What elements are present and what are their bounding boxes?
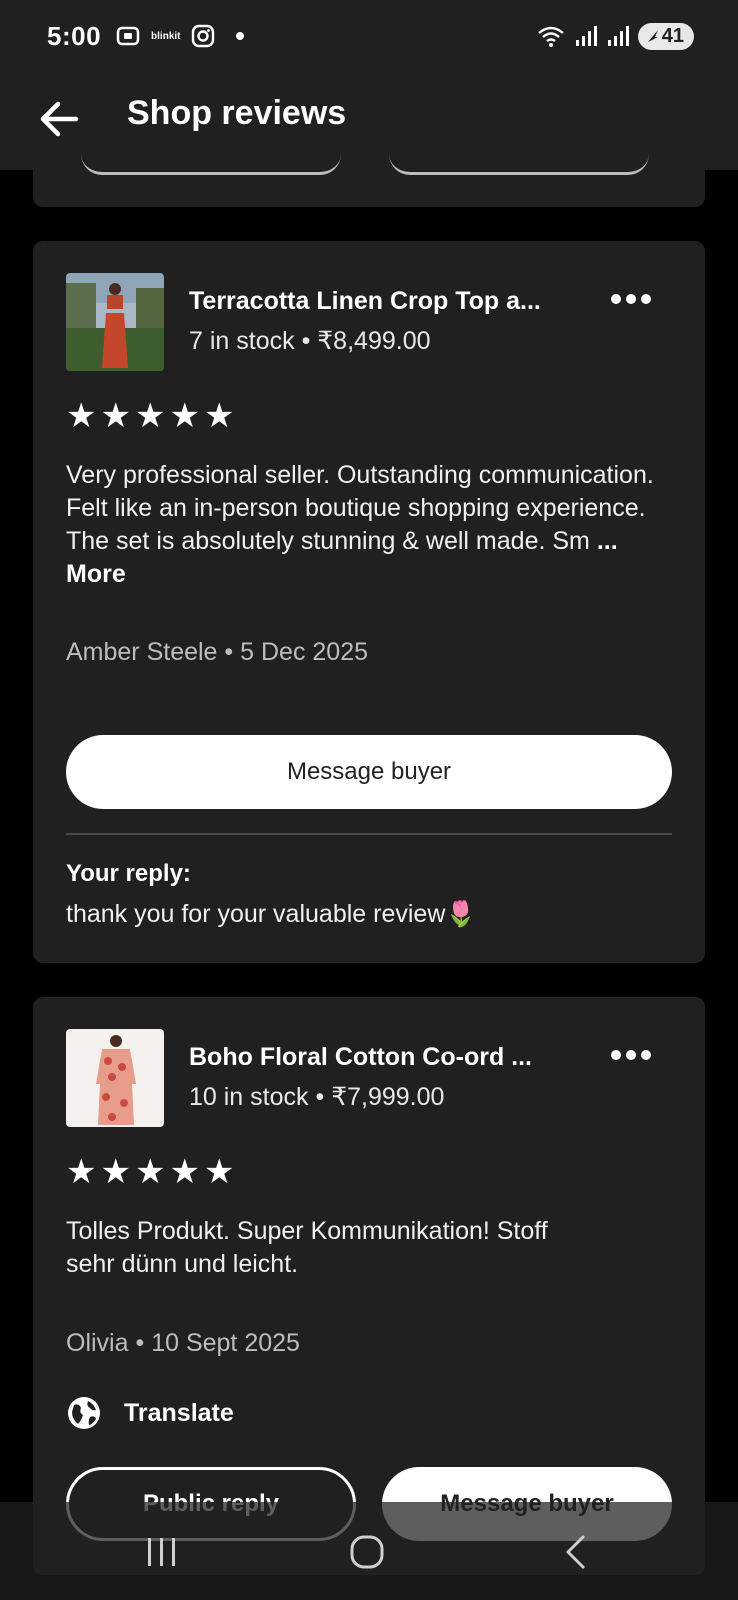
product-image	[66, 273, 164, 371]
translate-button[interactable]: Translate	[66, 1395, 234, 1431]
reviewer-name: Olivia	[66, 1329, 129, 1357]
reviewer-info: Olivia • 10 Sept 2025	[66, 1329, 300, 1358]
divider	[66, 833, 672, 835]
page-title: Shop reviews	[127, 94, 347, 132]
star-rating: ★ ★ ★ ★ ★	[66, 1155, 234, 1189]
product-image	[66, 1029, 164, 1127]
signal-icon-2	[607, 26, 629, 46]
separator: •	[224, 638, 234, 666]
star-icon: ★	[203, 1153, 235, 1191]
review-card: Boho Floral Cotton Co-ord ... 10 in stoc…	[33, 997, 705, 1575]
price: ₹7,999.00	[331, 1083, 445, 1111]
star-rating: ★ ★ ★ ★ ★	[66, 399, 234, 433]
system-nav-bar	[0, 1502, 738, 1600]
product-thumbnail[interactable]	[66, 273, 164, 371]
back-nav-icon[interactable]	[556, 1532, 596, 1572]
star-icon: ★	[169, 397, 200, 435]
wifi-icon	[537, 26, 564, 47]
your-reply-label: Your reply:	[66, 860, 191, 887]
translate-label: Translate	[124, 1398, 234, 1427]
message-buyer-button-partial[interactable]	[389, 154, 649, 175]
product-title[interactable]: Boho Floral Cotton Co-ord ...	[189, 1043, 532, 1072]
status-time: 5:00	[47, 20, 102, 51]
more-options-icon[interactable]	[611, 1045, 655, 1065]
reviewer-info: Amber Steele • 5 Dec 2025	[66, 638, 368, 667]
battery-saver-icon	[647, 30, 658, 42]
notification-icons: blinkit	[115, 24, 246, 48]
back-arrow-icon[interactable]	[36, 96, 82, 142]
star-icon: ★	[100, 1153, 131, 1191]
reviewer-name: Amber Steele	[66, 638, 218, 666]
review-text: Tolles Produkt. Super Kommunikation! Sto…	[66, 1217, 548, 1278]
star-icon: ★	[134, 397, 166, 435]
product-thumbnail[interactable]	[66, 1029, 164, 1127]
screen-record-icon	[116, 26, 140, 46]
public-reply-button-partial[interactable]	[81, 154, 341, 175]
star-icon: ★	[169, 1153, 200, 1191]
review-date: 10 Sept 2025	[151, 1329, 300, 1357]
product-stock-price: 7 in stock • ₹8,499.00	[189, 326, 431, 356]
battery-level: 41	[661, 24, 684, 47]
product-stock-price: 10 in stock • ₹7,999.00	[189, 1082, 444, 1112]
your-reply-text: thank you for your valuable review🌷	[66, 900, 477, 928]
status-right: 41	[536, 22, 694, 50]
separator: •	[315, 1083, 325, 1111]
dot-icon	[235, 32, 244, 40]
star-icon: ★	[66, 1153, 97, 1191]
price: ₹8,499.00	[317, 327, 431, 355]
stock-count: 7 in stock	[189, 327, 295, 355]
star-icon: ★	[100, 397, 131, 435]
signal-icon	[575, 26, 597, 46]
star-icon: ★	[134, 1153, 166, 1191]
battery-indicator: 41	[637, 22, 694, 50]
review-card-previous	[33, 160, 705, 207]
blinkit-icon: blinkit	[151, 30, 181, 42]
separator: •	[135, 1329, 145, 1357]
review-body: Very professional seller. Outstanding co…	[66, 461, 654, 555]
review-text: Very professional seller. Outstanding co…	[66, 459, 656, 591]
review-card: Terracotta Linen Crop Top a... 7 in stoc…	[33, 241, 705, 963]
product-title[interactable]: Terracotta Linen Crop Top a...	[189, 287, 541, 316]
instagram-icon	[191, 24, 214, 48]
more-options-icon[interactable]	[611, 289, 655, 309]
review-date: 5 Dec 2025	[240, 638, 369, 666]
stock-count: 10 in stock	[189, 1083, 309, 1111]
recent-apps-icon[interactable]	[142, 1532, 182, 1572]
status-bar: 5:00 blinkit 41	[0, 0, 738, 72]
home-icon[interactable]	[347, 1532, 387, 1572]
globe-icon	[68, 1397, 100, 1429]
message-buyer-button[interactable]: Message buyer	[66, 735, 672, 809]
separator: •	[301, 327, 311, 355]
star-icon: ★	[203, 397, 235, 435]
star-icon: ★	[66, 397, 97, 435]
